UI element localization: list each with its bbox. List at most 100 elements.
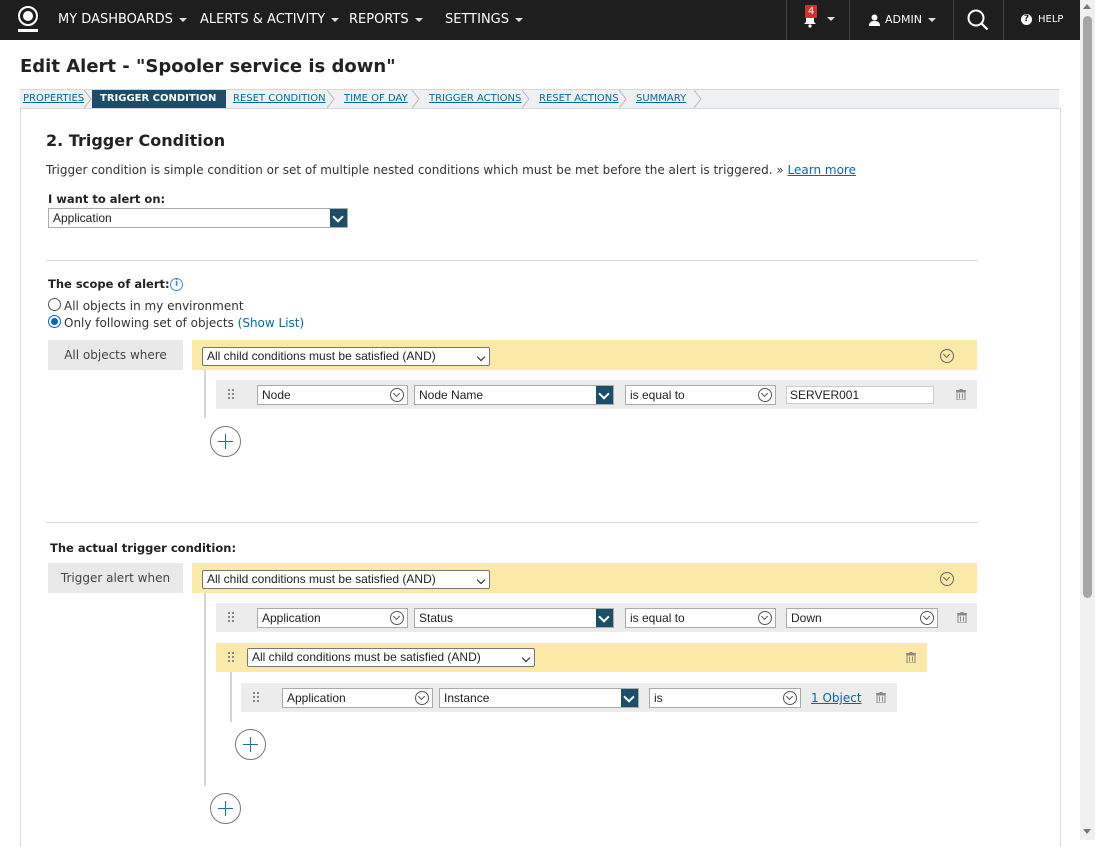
- notification-count-badge: 4: [805, 5, 818, 18]
- chevron-down-icon: [515, 17, 524, 22]
- scope-value-input[interactable]: SERVER001: [786, 386, 934, 404]
- chevron-down-icon: [414, 17, 423, 22]
- chevron-right-icon: [694, 90, 702, 108]
- nav-settings-label: SETTINGS: [445, 12, 510, 27]
- nav-divider: [1003, 0, 1004, 40]
- drag-handle-icon[interactable]: [253, 692, 261, 704]
- nav-alerts-activity[interactable]: ALERTS & ACTIVITY: [200, 0, 340, 40]
- alert-on-select[interactable]: Application: [48, 208, 348, 228]
- actual-group-select-value: All child conditions must be satisfied (…: [207, 572, 436, 586]
- nested-object-value: Application: [287, 691, 346, 705]
- actual-value-value: Down: [791, 611, 822, 625]
- vertical-scrollbar[interactable]: [1080, 0, 1095, 840]
- wizard-step-properties[interactable]: PROPERTIES: [23, 90, 84, 108]
- help-button[interactable]: ? HELP: [1021, 0, 1063, 40]
- trash-icon[interactable]: [876, 692, 886, 703]
- chevron-down-icon: [331, 17, 340, 22]
- notifications-button[interactable]: 4: [795, 5, 835, 32]
- nav-settings[interactable]: SETTINGS: [445, 0, 524, 40]
- scope-group-select[interactable]: All child conditions must be satisfied (…: [202, 347, 490, 366]
- search-icon[interactable]: [967, 9, 989, 31]
- scope-operator-select[interactable]: is equal to: [625, 385, 776, 405]
- actual-field-select[interactable]: Status: [414, 608, 614, 628]
- actual-field-value: Status: [419, 611, 454, 625]
- chevron-down-icon: [596, 386, 613, 404]
- scope-label: The scope of alert:: [48, 277, 170, 291]
- scope-following-label: Only following set of objects: [64, 316, 234, 330]
- chevron-down-icon: [390, 388, 404, 402]
- wizard-step-summary[interactable]: SUMMARY: [636, 90, 686, 108]
- info-icon[interactable]: i: [170, 278, 183, 291]
- actual-object-select[interactable]: Application: [257, 608, 408, 628]
- scope-object-select[interactable]: Node: [257, 385, 408, 405]
- scope-following-radio[interactable]: [48, 315, 61, 328]
- wizard-step-trigger-actions[interactable]: TRIGGER ACTIONS: [429, 90, 521, 108]
- nested-operator-select[interactable]: is: [649, 688, 801, 708]
- section-title: 2. Trigger Condition: [46, 131, 226, 150]
- add-nested-condition-button[interactable]: [235, 729, 266, 760]
- nav-alerts-activity-label: ALERTS & ACTIVITY: [200, 12, 326, 27]
- actual-group-select[interactable]: All child conditions must be satisfied (…: [202, 570, 490, 589]
- chevron-down-icon: [415, 691, 429, 705]
- help-label: HELP: [1038, 14, 1064, 25]
- chevron-down-icon: [758, 611, 772, 625]
- chevron-right-icon: [327, 90, 335, 108]
- scope-box-label: All objects where: [48, 340, 183, 370]
- chevron-right-icon: [522, 90, 530, 108]
- scrollbar-thumb[interactable]: [1083, 16, 1092, 598]
- actual-operator-value: is equal to: [630, 611, 685, 625]
- collapse-toggle-icon[interactable]: [940, 349, 954, 363]
- actual-value-select[interactable]: Down: [786, 608, 938, 628]
- description-text: Trigger condition is simple condition or…: [46, 163, 784, 177]
- wizard-step-trigger-condition[interactable]: TRIGGER CONDITION: [92, 90, 227, 108]
- tree-line: [230, 672, 232, 722]
- scroll-up-arrow-icon[interactable]: [1083, 4, 1091, 9]
- add-scope-condition-button[interactable]: [210, 426, 241, 457]
- trash-icon[interactable]: [957, 612, 967, 623]
- help-icon: ?: [1021, 13, 1032, 25]
- nested-field-select[interactable]: Instance: [439, 688, 639, 708]
- nav-my-dashboards[interactable]: MY DASHBOARDS: [58, 0, 187, 40]
- drag-handle-icon[interactable]: [228, 652, 236, 664]
- page-title: Edit Alert - "Spooler service is down": [20, 56, 396, 77]
- nav-reports[interactable]: REPORTS: [349, 0, 423, 40]
- nav-reports-label: REPORTS: [349, 12, 409, 27]
- chevron-down-icon: [596, 609, 613, 627]
- section-description: Trigger condition is simple condition or…: [46, 163, 856, 177]
- nested-group-select[interactable]: All child conditions must be satisfied (…: [247, 648, 535, 667]
- divider: [46, 522, 978, 523]
- tree-line: [204, 370, 206, 418]
- chevron-down-icon: [476, 352, 486, 362]
- scope-field-select[interactable]: Node Name: [414, 385, 614, 405]
- wizard-step-reset-actions[interactable]: RESET ACTIONS: [539, 90, 619, 108]
- chevron-down-icon: [783, 691, 797, 705]
- company-logo[interactable]: [16, 4, 40, 36]
- wizard-steps: PROPERTIES TRIGGER CONDITION RESET CONDI…: [20, 89, 1059, 109]
- chevron-down-icon: [621, 689, 638, 707]
- chevron-down-icon: [758, 388, 772, 402]
- learn-more-link[interactable]: Learn more: [788, 163, 856, 177]
- actual-box-label: Trigger alert when: [48, 563, 183, 593]
- user-menu[interactable]: ADMIN: [869, 0, 936, 40]
- scroll-down-arrow-icon[interactable]: [1083, 829, 1091, 834]
- nested-value-link[interactable]: 1 Object: [811, 691, 862, 705]
- chevron-right-icon: [619, 90, 627, 108]
- collapse-toggle-icon[interactable]: [940, 572, 954, 586]
- scope-all-radio[interactable]: [48, 298, 61, 311]
- alert-on-value: Application: [53, 211, 112, 225]
- add-trigger-condition-button[interactable]: [210, 793, 241, 824]
- drag-handle-icon[interactable]: [228, 612, 236, 624]
- show-list-link[interactable]: (Show List): [238, 316, 305, 330]
- actual-trigger-label: The actual trigger condition:: [50, 541, 237, 555]
- nav-divider: [953, 0, 954, 40]
- divider: [46, 260, 978, 261]
- wizard-step-time-of-day[interactable]: TIME OF DAY: [344, 90, 408, 108]
- nested-object-select[interactable]: Application: [282, 688, 433, 708]
- trash-icon[interactable]: [956, 389, 966, 400]
- nested-group-select-value: All child conditions must be satisfied (…: [252, 650, 481, 664]
- wizard-step-reset-condition[interactable]: RESET CONDITION: [233, 90, 326, 108]
- actual-operator-select[interactable]: is equal to: [625, 608, 776, 628]
- drag-handle-icon[interactable]: [228, 389, 236, 401]
- chevron-right-icon: [412, 90, 420, 108]
- trash-icon[interactable]: [906, 652, 916, 663]
